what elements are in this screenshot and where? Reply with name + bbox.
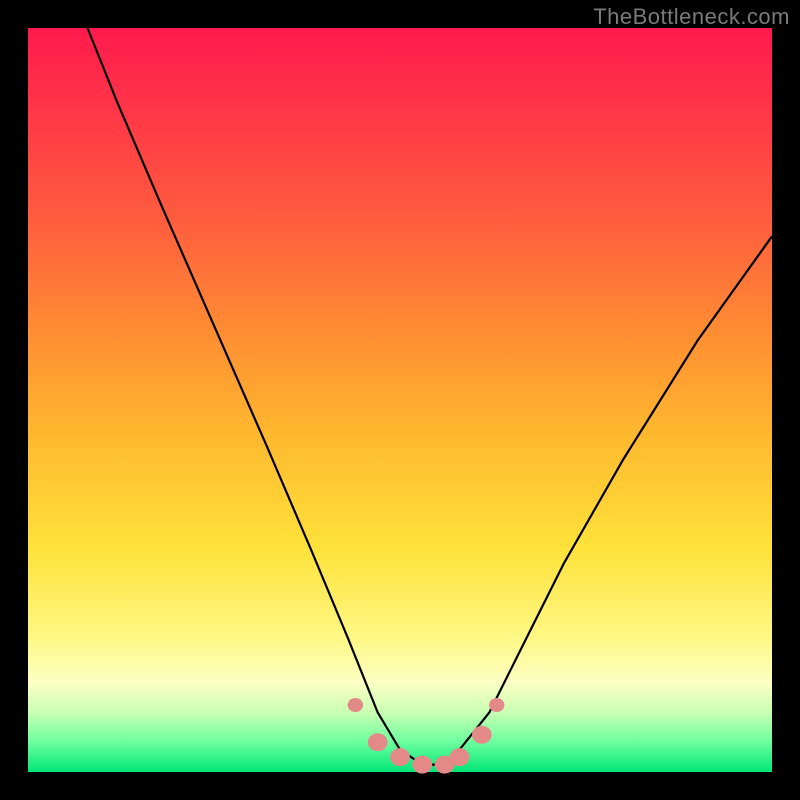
- highlight-marker: [450, 748, 470, 766]
- watermark-text: TheBottleneck.com: [593, 4, 790, 30]
- curve-svg: [28, 28, 772, 772]
- highlight-marker: [412, 756, 432, 774]
- highlight-marker: [489, 698, 504, 712]
- plot-area: [28, 28, 772, 772]
- marker-group: [348, 698, 505, 774]
- bottleneck-curve-path: [88, 28, 773, 765]
- highlight-marker: [348, 698, 363, 712]
- chart-frame: TheBottleneck.com: [0, 0, 800, 800]
- highlight-marker: [390, 748, 410, 766]
- highlight-marker: [368, 733, 388, 751]
- highlight-marker: [472, 726, 492, 744]
